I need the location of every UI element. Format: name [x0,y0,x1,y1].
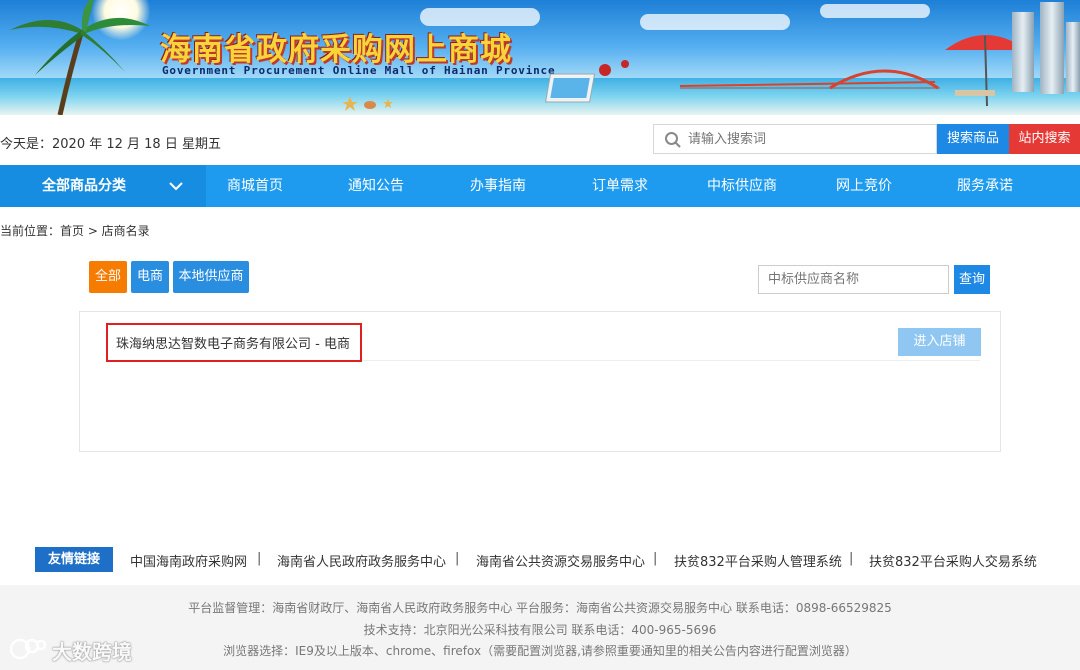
highlight-box [106,323,362,362]
all-categories-menu[interactable]: 全部商品分类 [0,165,206,207]
site-title: 海南省政府采购网上商城 [160,32,512,68]
header-banner: 海南省政府采购网上商城 Government Procurement Onlin… [0,0,1080,115]
watermark-logo-icon [9,638,47,660]
search-icon [665,132,681,148]
all-categories-label: 全部商品分类 [42,178,126,194]
watermark: 大数跨境 [52,640,132,664]
starfish-icon [342,96,393,111]
page: 海南省政府采购网上商城 Government Procurement Onlin… [0,0,1080,670]
nav-item-suppliers[interactable]: 中标供应商 [707,165,777,207]
search-input[interactable] [688,125,928,153]
footer-supervision: 平台监督管理：海南省财政厅、海南省人民政府政务服务中心 平台服务：海南省公共资源… [188,601,892,615]
bridge-icon [680,69,940,90]
footer-tech-support: 技术支持：北京阳光公采科技有限公司 联系电话：400-965-5696 [363,623,717,637]
building [1040,2,1064,94]
page-footer: 平台监督管理：海南省财政厅、海南省人民政府政务服务中心 平台服务：海南省公共资源… [0,585,1080,670]
friend-link[interactable]: 海南省人民政府政务服务中心 [277,551,446,570]
nav-item-order-demand[interactable]: 订单需求 [592,165,648,207]
cloud [640,14,790,30]
enter-shop-button[interactable]: 进入店铺 [898,328,981,356]
search-site-button[interactable]: 站内搜索 [1009,124,1080,154]
nav-item-guide[interactable]: 办事指南 [470,165,526,207]
link-separator: | [455,551,460,566]
query-button[interactable]: 查询 [954,265,990,294]
filter-all-button[interactable]: 全部 [89,261,127,293]
footer-browser-note: 浏览器选择：IE9及以上版本、chrome、firefox（需要配置浏览器,请参… [223,644,857,658]
cloud [820,4,930,18]
building [1066,22,1080,92]
breadcrumb: 当前位置：首页 > 店商名录 [0,224,150,238]
palm-tree-icon [10,0,150,115]
nav-item-notices[interactable]: 通知公告 [348,165,404,207]
chevron-down-icon [169,182,183,191]
shop-list-panel: 珠海纳思达智数电子商务有限公司 - 电商 进入店铺 [79,311,1001,452]
main-nav: 全部商品分类 商城首页 通知公告 办事指南 订单需求 中标供应商 网上竞价 服务… [0,165,1080,207]
link-separator: | [257,551,262,566]
friend-link[interactable]: 扶贫832平台采购人交易系统 [869,551,1037,570]
filter-local-supplier-button[interactable]: 本地供应商 [173,261,249,293]
nav-item-bidding[interactable]: 网上竞价 [836,165,892,207]
building [1012,12,1034,92]
supplier-name-input[interactable] [758,265,949,294]
current-date: 今天是：2020 年 12 月 18 日 星期五 [0,137,221,152]
laptop-icon [545,60,629,103]
filter-ecommerce-button[interactable]: 电商 [131,261,169,293]
link-separator: | [653,551,658,566]
link-separator: | [849,551,854,566]
search-goods-button[interactable]: 搜索商品 [937,124,1009,154]
friend-links-title: 友情链接 [35,547,113,572]
friend-link[interactable]: 海南省公共资源交易服务中心 [476,551,645,570]
nav-item-home[interactable]: 商城首页 [227,165,283,207]
friend-link[interactable]: 中国海南政府采购网 [130,551,247,570]
nav-item-service-pledge[interactable]: 服务承诺 [957,165,1013,207]
site-search [653,124,937,154]
friend-link[interactable]: 扶贫832平台采购人管理系统 [674,551,842,570]
site-subtitle-en: Government Procurement Online Mall of Ha… [162,64,556,77]
